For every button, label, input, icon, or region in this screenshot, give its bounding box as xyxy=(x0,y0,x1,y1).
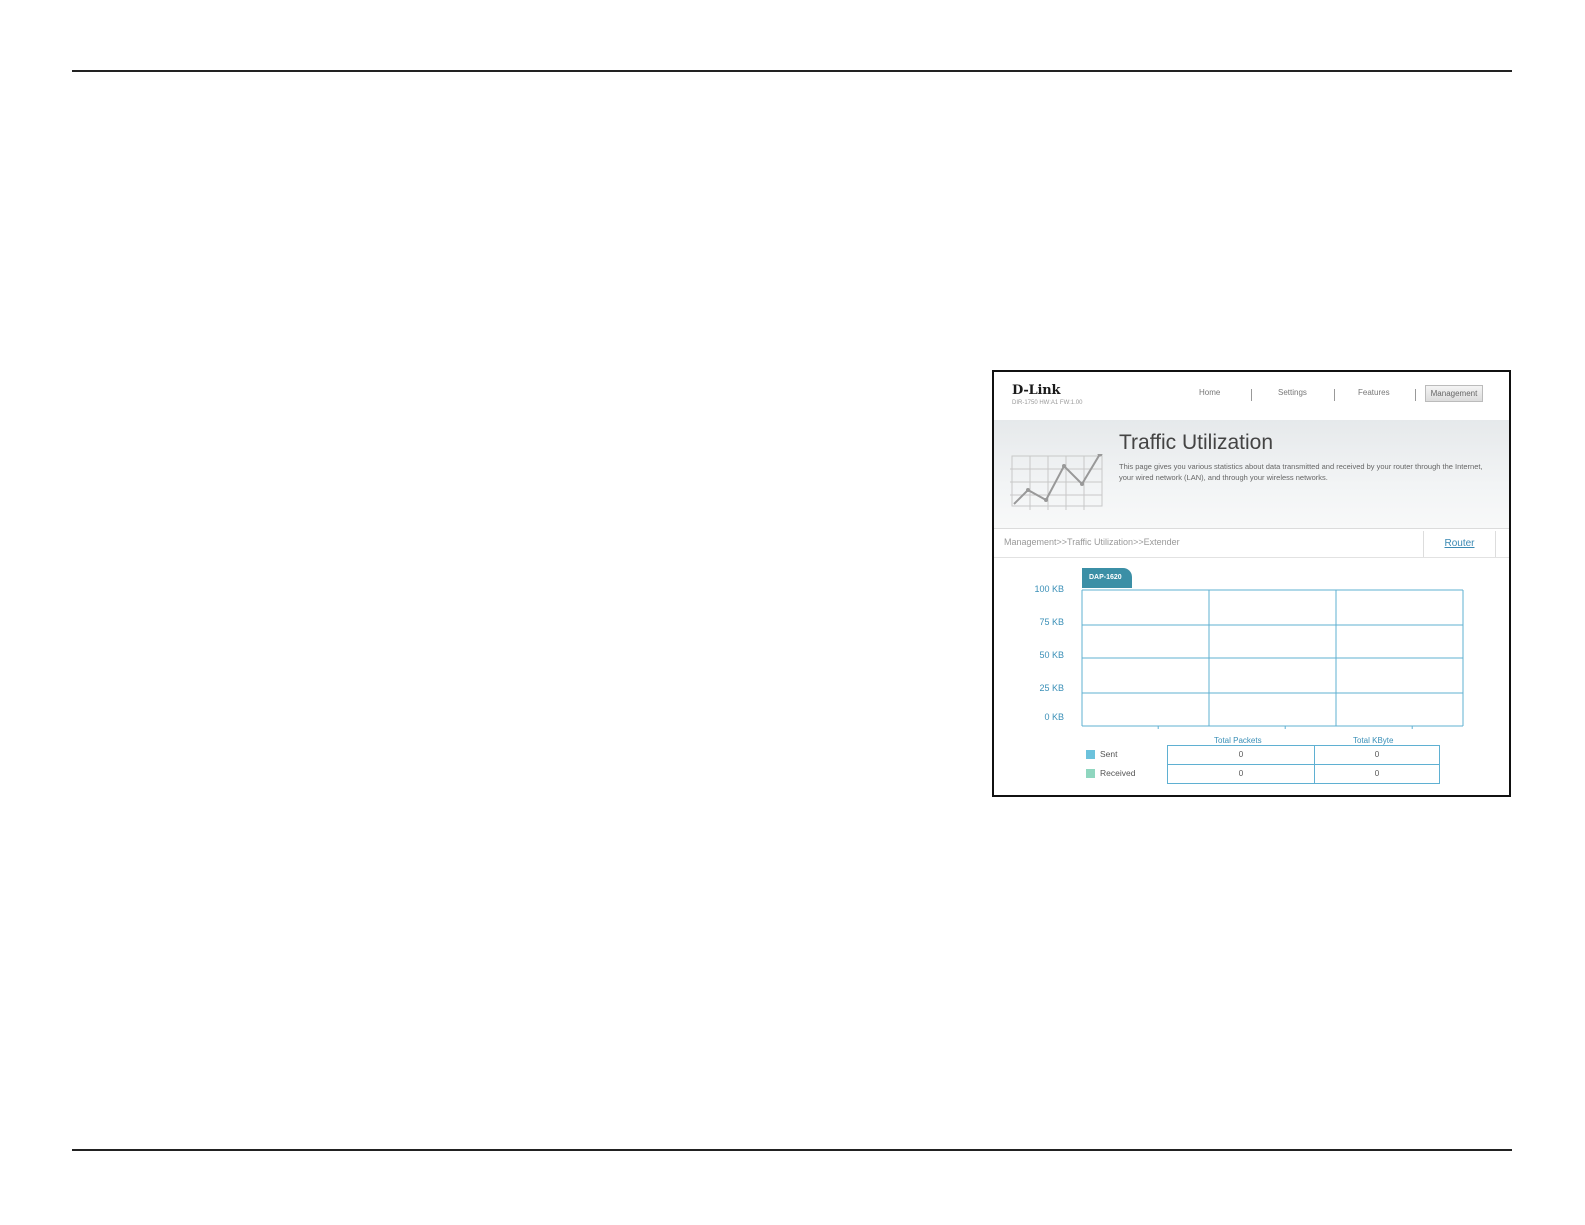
nav-separator xyxy=(1251,389,1252,401)
traffic-graph-icon xyxy=(1010,454,1103,510)
page-banner: Traffic Utilization This page gives you … xyxy=(994,420,1509,529)
bottom-rule xyxy=(72,1149,1512,1151)
sent-total-kbyte: 0 xyxy=(1314,745,1440,765)
page-description: This page gives you various statistics a… xyxy=(1119,462,1483,482)
received-label: Received xyxy=(1100,768,1136,778)
nav-features[interactable]: Features xyxy=(1358,388,1390,397)
sent-legend-swatch xyxy=(1086,750,1095,759)
nav-separator xyxy=(1415,389,1416,401)
nav-settings[interactable]: Settings xyxy=(1278,388,1307,397)
nav-management[interactable]: Management xyxy=(1425,385,1483,402)
page-title: Traffic Utilization xyxy=(1119,431,1274,454)
breadcrumb: Management>>Traffic Utilization>>Extende… xyxy=(1004,537,1180,547)
top-header: D-Link DIR-1750 HW:A1 FW:1.00 Home Setti… xyxy=(994,372,1509,421)
breadcrumb-bar: Management>>Traffic Utilization>>Extende… xyxy=(994,529,1509,558)
traffic-chart xyxy=(1081,589,1464,729)
header-total-kbyte: Total KByte xyxy=(1353,736,1394,745)
router-ui-screenshot: D-Link DIR-1750 HW:A1 FW:1.00 Home Setti… xyxy=(992,370,1511,797)
received-legend-swatch xyxy=(1086,769,1095,778)
firmware-info: DIR-1750 HW:A1 FW:1.00 xyxy=(1012,400,1083,406)
y-tick-label: 0 KB xyxy=(1044,712,1064,722)
y-tick-label: 50 KB xyxy=(1039,650,1064,660)
dlink-logo: D-Link xyxy=(1012,383,1061,398)
top-rule xyxy=(72,70,1512,72)
nav-home[interactable]: Home xyxy=(1199,388,1220,397)
sent-label: Sent xyxy=(1100,749,1118,759)
y-tick-label: 75 KB xyxy=(1039,617,1064,627)
router-link[interactable]: Router xyxy=(1423,531,1496,557)
y-tick-label: 25 KB xyxy=(1039,683,1064,693)
header-total-packets: Total Packets xyxy=(1214,736,1262,745)
y-tick-label: 100 KB xyxy=(1034,584,1064,594)
nav-separator xyxy=(1334,389,1335,401)
received-total-packets: 0 xyxy=(1167,764,1315,784)
sent-total-packets: 0 xyxy=(1167,745,1315,765)
received-total-kbyte: 0 xyxy=(1314,764,1440,784)
